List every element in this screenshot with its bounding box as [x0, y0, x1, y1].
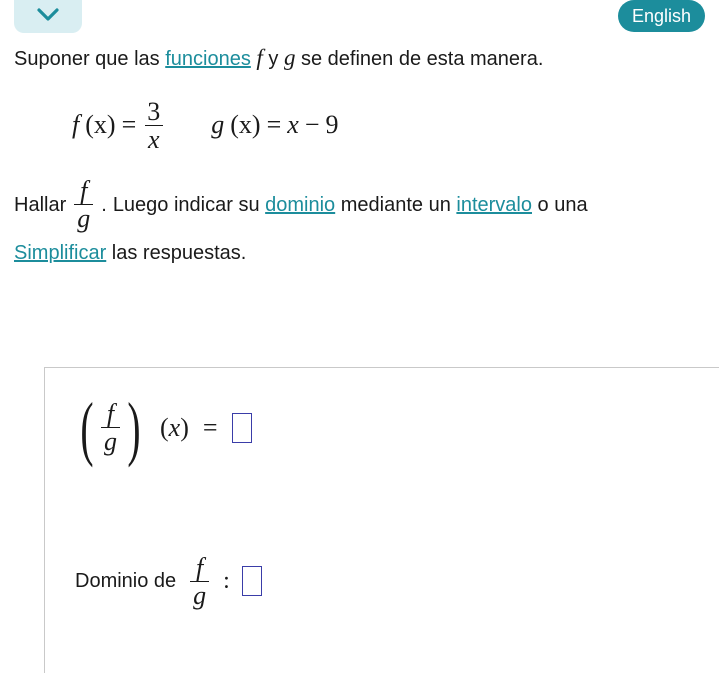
fraction-f-over-g: f g [74, 177, 93, 233]
fraction-3-over-x: 3 x [144, 98, 163, 154]
language-label: English [632, 6, 691, 27]
g-definition: g(x) = x − 9 [211, 110, 338, 140]
f-definition: f(x) = 3 x [72, 98, 165, 154]
dominio-link[interactable]: dominio [265, 194, 335, 216]
instruction-line-2: Simplificar las respuestas. [0, 233, 719, 269]
paren-f-over-g: ( f g ) [75, 400, 146, 456]
domain-input[interactable] [242, 566, 262, 596]
instruction-line-1: Hallar f g . Luego indicar su dominio me… [0, 167, 719, 233]
intervalo-link[interactable]: intervalo [456, 194, 532, 216]
problem-statement: Suponer que las funciones f y g se defin… [0, 33, 719, 76]
domain-line: Dominio de f g : [75, 554, 719, 610]
quotient-input[interactable] [232, 413, 252, 443]
language-button[interactable]: English [618, 0, 705, 32]
simplificar-link[interactable]: Simplificar [14, 242, 106, 264]
fraction-f-over-g-2: f g [190, 554, 209, 610]
function-definitions: f(x) = 3 x g(x) = x − 9 [0, 76, 719, 168]
quotient-equation: ( f g ) (x) = [75, 400, 719, 456]
answer-area: ( f g ) (x) = Dominio de f g : [44, 367, 719, 673]
chevron-down-icon [37, 5, 59, 28]
collapse-button[interactable] [14, 0, 82, 33]
funciones-link[interactable]: funciones [165, 48, 251, 70]
g-var: g [284, 45, 296, 70]
